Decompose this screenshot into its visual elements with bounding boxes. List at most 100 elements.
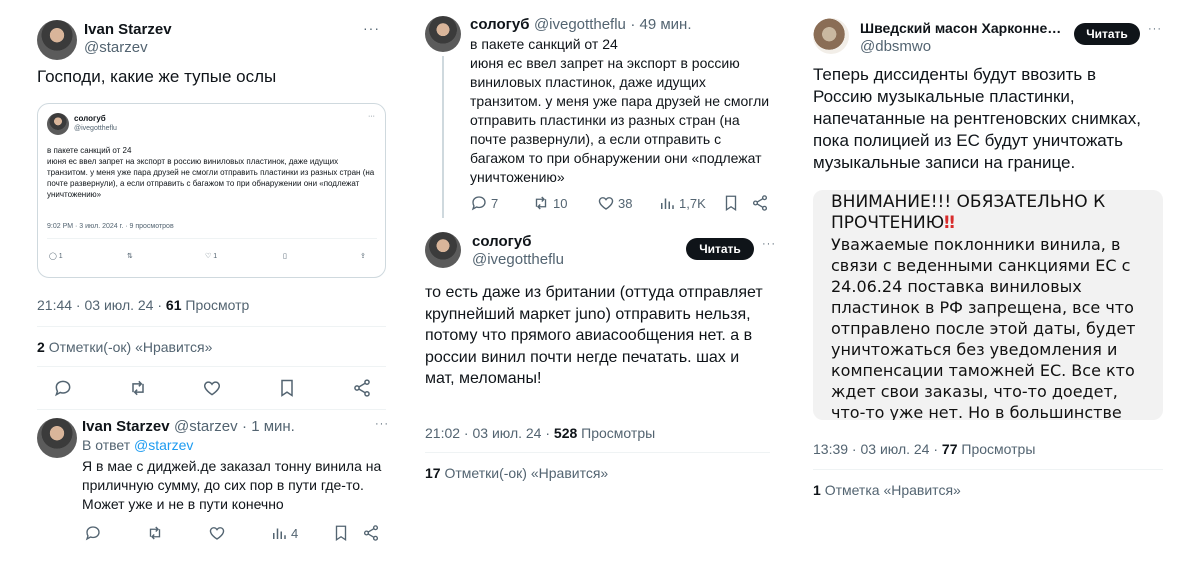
reply-header: Ivan Starzev @starzev · 1 мин. xyxy=(82,418,295,436)
likes-summary[interactable]: 17 Отметки(-ок) «Нравится» xyxy=(425,465,608,481)
reply-icon xyxy=(55,380,71,397)
tweet-time[interactable]: · 49 мин. xyxy=(630,16,691,33)
share-icon xyxy=(354,379,370,397)
likes-count: 2 xyxy=(37,339,45,355)
reply-share-button[interactable] xyxy=(362,524,380,542)
bookmark-icon xyxy=(335,525,347,542)
reply-icon xyxy=(85,526,100,541)
notice-title-text: ВНИМАНИЕ!!! ОБЯЗАТЕЛЬНО К ПРОЧТЕНИЮ xyxy=(831,192,1106,233)
notice-body: Уважаемые поклонники винила, в связи с в… xyxy=(831,235,1136,420)
views-icon xyxy=(273,528,286,539)
reply-icon xyxy=(471,196,486,211)
author-avatar[interactable] xyxy=(813,18,849,54)
reply-bookmark-button[interactable] xyxy=(332,524,350,542)
retweet-icon xyxy=(132,380,144,396)
bookmark-button[interactable] xyxy=(277,378,297,398)
like-button[interactable] xyxy=(202,378,222,398)
tweet-timestamp[interactable]: 21:02 · 03 июл. 24 · 528 Просмотры xyxy=(425,425,655,441)
quoted-tweet-card[interactable]: сологуб @ivegottheflu ··· в пакете санкц… xyxy=(37,103,386,278)
quote-retweet-icon: ⇅ xyxy=(127,253,133,260)
views-count: 77 xyxy=(941,441,958,457)
reply-author-avatar[interactable] xyxy=(37,418,77,458)
heart-icon xyxy=(203,381,221,396)
quote-reply-icon: ◯ 1 xyxy=(49,253,63,260)
quote-like-count: 1 xyxy=(213,253,218,260)
quote-divider xyxy=(47,238,377,239)
quote-share-icon: ⇪ xyxy=(360,253,366,260)
author-handle[interactable]: @ivegottheflu xyxy=(534,16,626,33)
author-handle[interactable]: @ivegottheflu xyxy=(472,251,564,268)
retweet-button[interactable]: 10 xyxy=(532,194,567,212)
author-avatar[interactable] xyxy=(425,232,461,268)
divider xyxy=(425,452,770,453)
bookmark-icon xyxy=(281,379,293,397)
reply-button[interactable]: 7 xyxy=(470,194,498,212)
author-handle[interactable]: @dbsmwo xyxy=(860,38,931,55)
reply-author-name[interactable]: Ivan Starzev xyxy=(82,418,170,435)
double-exclamation-icon: ‼ xyxy=(944,213,955,233)
views-label: Просмотры xyxy=(581,425,656,441)
divider xyxy=(37,409,386,410)
more-options-icon[interactable]: ··· xyxy=(762,238,776,250)
tweet-timestamp[interactable]: 13:39 · 03 июл. 24 · 77 Просмотры xyxy=(813,441,1035,457)
bookmark-button[interactable] xyxy=(722,194,740,212)
views-icon xyxy=(661,198,674,209)
timestamp-text[interactable]: 13:39 · 03 июл. 24 · xyxy=(813,441,938,457)
like-button[interactable]: 38 xyxy=(597,194,632,212)
reply-like-button[interactable] xyxy=(208,524,226,542)
thread-line xyxy=(442,56,444,218)
share-button[interactable] xyxy=(352,378,372,398)
author-avatar[interactable] xyxy=(425,16,461,52)
author-name[interactable]: сологуб xyxy=(472,233,531,250)
bookmark-icon xyxy=(725,195,737,212)
quote-author-name: сологуб xyxy=(74,114,106,123)
more-options-icon[interactable]: ··· xyxy=(363,20,380,36)
retweet-button[interactable] xyxy=(128,378,148,398)
likes-summary[interactable]: 2 Отметки(-ок) «Нравится» xyxy=(37,339,212,355)
notice-title: ВНИМАНИЕ!!! ОБЯЗАТЕЛЬНО К ПРОЧТЕНИЮ‼ xyxy=(831,192,1151,234)
likes-label: Отметка «Нравится» xyxy=(824,482,961,498)
likes-summary[interactable]: 1 Отметка «Нравится» xyxy=(813,482,961,498)
author-name[interactable]: сологуб xyxy=(470,16,529,33)
reply-button[interactable] xyxy=(53,378,73,398)
like-count: 38 xyxy=(618,195,633,211)
quote-more-icon: ··· xyxy=(368,113,375,120)
tweet-timestamp[interactable]: 21:44 · 03 июл. 24 · 61 Просмотр xyxy=(37,297,249,313)
quote-like-icon: ♡ 1 xyxy=(205,253,218,260)
tweet-text: в пакете санкций от 24 июня ес ввел запр… xyxy=(470,36,770,185)
views-count: 61 xyxy=(165,297,182,313)
author-name[interactable]: Шведский масон Харконне… xyxy=(860,20,1060,36)
author-handle[interactable]: @starzev xyxy=(84,39,148,56)
tweet-text: Теперь диссиденты будут ввозить в Россию… xyxy=(813,65,1141,172)
reply-views-button[interactable]: 4 xyxy=(270,524,298,542)
likes-label: Отметки(-ок) «Нравится» xyxy=(444,465,609,481)
attached-image[interactable]: ВНИМАНИЕ!!! ОБЯЗАТЕЛЬНО К ПРОЧТЕНИЮ‼ Ува… xyxy=(813,190,1163,420)
follow-button[interactable]: Читать xyxy=(686,238,754,260)
reply-reply-button[interactable] xyxy=(84,524,102,542)
divider xyxy=(813,469,1163,470)
author-avatar[interactable] xyxy=(37,20,77,60)
timestamp-text[interactable]: 21:44 · 03 июл. 24 · xyxy=(37,297,162,313)
author-name[interactable]: Ivan Starzev xyxy=(84,21,172,38)
tweet-text: то есть даже из британии (оттуда отправл… xyxy=(425,284,763,387)
reply-author-handle[interactable]: @starzev xyxy=(174,418,238,435)
more-options-icon[interactable]: ··· xyxy=(1148,23,1162,35)
quote-timestamp: 9:02 PM · 3 июл. 2024 г. · 9 просмотров xyxy=(47,223,174,230)
reply-to-line: В ответ @starzev xyxy=(82,437,193,453)
share-button[interactable] xyxy=(751,194,769,212)
tweet-text: Господи, какие же тупые ослы xyxy=(37,67,277,86)
likes-count: 17 xyxy=(425,465,441,481)
timestamp-text[interactable]: 21:02 · 03 июл. 24 · xyxy=(425,425,550,441)
likes-label: Отметки(-ок) «Нравится» xyxy=(48,339,213,355)
follow-button[interactable]: Читать xyxy=(1074,23,1140,45)
views-button[interactable]: 1,7K xyxy=(658,194,706,212)
views-label: Просмотр xyxy=(185,297,250,313)
divider xyxy=(37,366,386,367)
quote-text: в пакете санкций от 24 июня ес ввел запр… xyxy=(47,146,375,199)
quote-author-avatar xyxy=(47,113,69,135)
reply-retweet-button[interactable] xyxy=(146,524,164,542)
reply-to-handle[interactable]: @starzev xyxy=(134,437,193,453)
reply-more-icon[interactable]: ··· xyxy=(375,418,389,430)
quote-author-handle: @ivegottheflu xyxy=(74,125,117,132)
reply-time[interactable]: · 1 мин. xyxy=(242,418,295,435)
